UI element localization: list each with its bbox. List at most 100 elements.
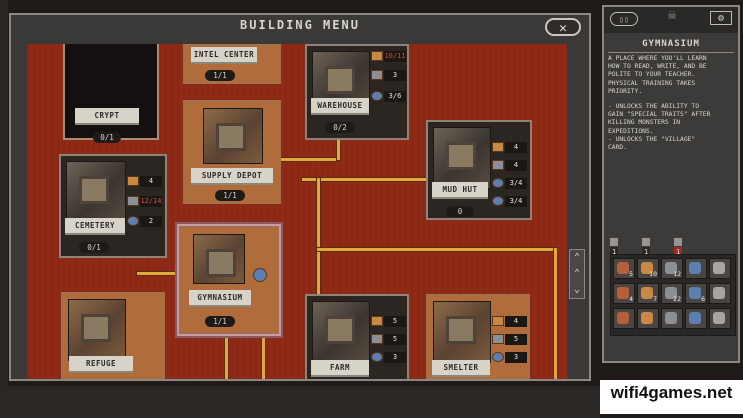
orb-icon [371, 91, 383, 101]
road [317, 178, 320, 298]
stat: 3/6 [384, 91, 406, 102]
stat: 10/11 [384, 51, 406, 62]
chip: 1 [674, 237, 684, 257]
scroll-control[interactable]: ⌃ ⌃ ⌄ [569, 249, 585, 299]
inventory-slot[interactable] [709, 308, 731, 329]
building-info-panel: ▯▯ ☠ ⚙ GYMNASIUM A PLACE WHERE YOU'LL LE… [602, 5, 740, 363]
smelter-art [433, 301, 491, 363]
farm-art [312, 301, 370, 363]
building-count: 0 [446, 206, 474, 217]
building-card-mud-hut[interactable]: 4 4 3/4 3/4 MUD HUT 0 [426, 120, 532, 220]
building-card-farm[interactable]: 5 5 3 FARM [305, 294, 409, 379]
inventory-slot[interactable] [661, 308, 683, 329]
stone-icon [492, 160, 504, 170]
stat: 3/4 [505, 196, 527, 207]
building-card-cemetery[interactable]: 4 12/14 2 CEMETERY 0/1 [59, 154, 167, 258]
building-card-warehouse[interactable]: 10/11 3 3/6 WAREHOUSE 0/2 [305, 44, 409, 140]
inventory-slot[interactable] [709, 258, 731, 279]
inventory-slot[interactable] [613, 308, 635, 329]
left-edge [0, 0, 8, 418]
building-label: INTEL CENTER [191, 47, 257, 62]
slot-quantity: 10 [649, 270, 657, 278]
stat: 4 [505, 142, 527, 153]
inventory-slot[interactable] [637, 308, 659, 329]
building-card-intel-center[interactable]: INTEL CENTER 1/1 [183, 44, 281, 84]
slot-quantity: 6 [701, 295, 705, 303]
building-card-smelter[interactable]: 4 5 3 SMELTER [426, 294, 530, 379]
inventory-slot[interactable] [685, 258, 707, 279]
resource-icon [617, 262, 629, 274]
stone-icon [371, 70, 383, 80]
crossed-swords-icon[interactable]: ✕ [545, 18, 581, 36]
resource-icon [713, 287, 725, 299]
stat: 12/14 [140, 196, 162, 207]
slot-quantity: 22 [673, 295, 681, 303]
chevron-down-icon[interactable]: ⌄ [570, 282, 584, 298]
game-screen: BUILDING MENU ✕ INTEL CENTER 1/1 CRYPT 0… [0, 0, 743, 418]
orb-icon [371, 352, 383, 362]
toggle-switch[interactable]: ▯▯ [610, 12, 638, 26]
resource-icon [713, 262, 725, 274]
stat: 3/4 [505, 178, 527, 189]
wood-icon [492, 316, 504, 326]
building-card-supply-depot[interactable]: SUPPLY DEPOT 1/1 [183, 100, 281, 204]
resource-icon [617, 287, 629, 299]
resource-icon [689, 287, 701, 299]
road [302, 178, 442, 181]
stat: 3 [384, 352, 406, 363]
gear-icon[interactable]: ⚙ [710, 11, 732, 25]
inventory-slot[interactable]: 6 [685, 283, 707, 304]
building-label: SUPPLY DEPOT [191, 168, 273, 183]
inventory-slot[interactable]: 12 [661, 258, 683, 279]
stat: 3 [384, 70, 406, 81]
building-menu-window: BUILDING MENU ✕ INTEL CENTER 1/1 CRYPT 0… [9, 13, 591, 381]
inventory-slot[interactable]: 22 [661, 283, 683, 304]
building-card-refuge[interactable]: REFUGE [61, 292, 165, 379]
chevron-up-icon[interactable]: ⌃ [570, 266, 584, 282]
panel-header: ▯▯ ☠ ⚙ [604, 7, 738, 33]
building-board[interactable]: INTEL CENTER 1/1 CRYPT 0/1 10/11 3 3/6 W… [27, 44, 567, 379]
building-count: 0/1 [79, 242, 109, 253]
window-title: BUILDING MENU [240, 18, 360, 32]
wood-icon [371, 51, 383, 61]
building-count: 1/1 [215, 190, 245, 201]
road [262, 334, 265, 379]
inventory-grid[interactable]: 5 10 12 4 7 22 6 [610, 254, 736, 336]
stat: 4 [505, 160, 527, 171]
panel-description: A PLACE WHERE YOU'LL LEARN HOW TO READ, … [608, 55, 707, 95]
resource-icon [689, 262, 701, 274]
road [225, 334, 228, 379]
inventory-slot[interactable]: 4 [613, 283, 635, 304]
crypt-dark-zone [63, 44, 159, 140]
slot-quantity: 7 [653, 295, 657, 303]
stat: 4 [505, 316, 527, 327]
inventory-slot[interactable]: 10 [637, 258, 659, 279]
slot-quantity: 4 [629, 295, 633, 303]
slot-quantity: 5 [629, 270, 633, 278]
mud-hut-art [433, 127, 491, 189]
building-count: 1/1 [205, 70, 235, 81]
chip: 1 [642, 237, 652, 257]
building-label: GYMNASIUM [189, 290, 251, 305]
building-label: WAREHOUSE [311, 98, 369, 113]
building-count-crypt: 0/1 [93, 132, 121, 143]
inventory-slot[interactable] [685, 308, 707, 329]
inventory-slot[interactable]: 5 [613, 258, 635, 279]
panel-unlocks: - UNLOCKS THE ABILITY TO GAIN "SPECIAL T… [608, 103, 711, 152]
building-label: SMELTER [432, 360, 490, 375]
gymnasium-art [193, 234, 245, 284]
inventory-slot[interactable]: 7 [637, 283, 659, 304]
stat: 4 [140, 176, 162, 187]
cemetery-art [66, 161, 126, 225]
stone-icon [371, 334, 383, 344]
building-card-gymnasium[interactable]: GYMNASIUM 1/1 [179, 226, 279, 334]
resource-icon [641, 312, 653, 324]
orb-icon [492, 178, 504, 188]
chevron-up-icon[interactable]: ⌃ [570, 250, 584, 266]
brick-icon [610, 238, 618, 246]
inventory-slot[interactable] [709, 283, 731, 304]
watermark-text: wifi4games.net [610, 383, 733, 402]
chip: 1 [610, 237, 620, 257]
skull-icon: ☠ [667, 7, 677, 23]
building-count: 1/1 [205, 316, 235, 327]
